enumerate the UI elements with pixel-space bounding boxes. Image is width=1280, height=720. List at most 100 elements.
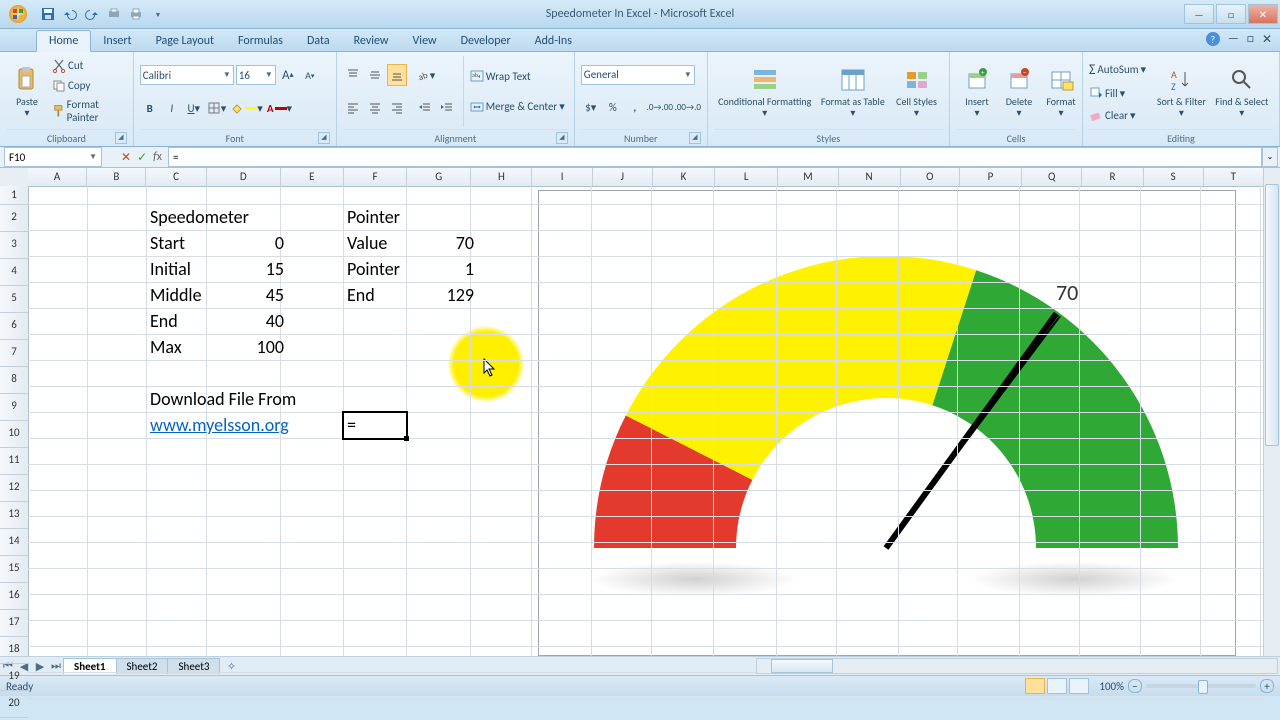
row-header-2[interactable]: 2: [0, 205, 28, 232]
cell-G4[interactable]: 1: [406, 256, 478, 282]
select-all-corner[interactable]: [0, 168, 29, 187]
format-as-table-button[interactable]: Format as Table ▾: [816, 54, 890, 129]
row-header-15[interactable]: 15: [0, 556, 28, 583]
paste-button[interactable]: Paste▾: [6, 54, 48, 129]
cell-C9[interactable]: Download File From: [146, 386, 354, 412]
increase-indent-icon[interactable]: [437, 97, 457, 119]
tab-view[interactable]: View: [401, 31, 449, 51]
align-top-icon[interactable]: [343, 64, 363, 86]
col-header-I[interactable]: I: [532, 168, 592, 186]
row-header-10[interactable]: 10: [0, 421, 28, 448]
tab-insert[interactable]: Insert: [91, 31, 143, 51]
col-header-B[interactable]: B: [87, 168, 146, 186]
number-format-combo[interactable]: General▼: [581, 65, 695, 85]
restore-button[interactable]: □: [1216, 4, 1246, 24]
format-cells-button[interactable]: Format▾: [1040, 54, 1082, 129]
col-header-S[interactable]: S: [1144, 168, 1204, 186]
cell-C3[interactable]: Start: [146, 230, 214, 256]
tab-add-ins[interactable]: Add-Ins: [523, 31, 584, 51]
col-header-E[interactable]: E: [281, 168, 344, 186]
row-headers[interactable]: 123456789101112131415161718192021: [0, 186, 29, 656]
vertical-scrollbar[interactable]: [1263, 168, 1280, 656]
row-header-11[interactable]: 11: [0, 448, 28, 475]
redo-icon[interactable]: [82, 4, 102, 24]
help-icon[interactable]: ?: [1206, 32, 1220, 46]
cell-F4[interactable]: Pointer: [343, 256, 414, 282]
row-header-20[interactable]: 20: [0, 691, 28, 718]
row-header-7[interactable]: 7: [0, 340, 28, 367]
wrap-text-button[interactable]: abWrap Text: [470, 69, 565, 83]
tab-review[interactable]: Review: [342, 31, 401, 51]
cell-C7[interactable]: Max: [146, 334, 214, 360]
font-dialog-icon[interactable]: ◢: [318, 132, 330, 144]
formula-input[interactable]: =: [168, 147, 1262, 167]
tab-developer[interactable]: Developer: [449, 31, 523, 51]
cell-C6[interactable]: End: [146, 308, 214, 334]
row-header-17[interactable]: 17: [0, 610, 28, 637]
expand-formula-icon[interactable]: ⌄: [1262, 147, 1278, 167]
zoom-level[interactable]: 100%: [1099, 680, 1124, 693]
row-header-12[interactable]: 12: [0, 475, 28, 502]
page-layout-view-icon[interactable]: [1047, 678, 1067, 694]
col-header-J[interactable]: J: [593, 168, 653, 186]
cell-F2[interactable]: Pointer: [343, 204, 414, 230]
minimize-button[interactable]: —: [1184, 4, 1214, 24]
cell-G3[interactable]: 70: [406, 230, 478, 256]
clear-button[interactable]: Clear ▾: [1089, 108, 1146, 122]
bold-button[interactable]: B: [140, 97, 160, 119]
tab-nav-next-icon[interactable]: ▶: [32, 660, 48, 673]
cell-F5[interactable]: End: [343, 282, 414, 308]
tab-data[interactable]: Data: [295, 31, 342, 51]
cell-D4[interactable]: 15: [206, 256, 288, 282]
autosum-button[interactable]: Σ AutoSum ▾: [1089, 61, 1146, 78]
col-header-K[interactable]: K: [653, 168, 715, 186]
shrink-font-icon[interactable]: A▾: [300, 64, 320, 86]
col-header-P[interactable]: P: [960, 168, 1022, 186]
clipboard-dialog-icon[interactable]: ◢: [115, 132, 127, 144]
border-button[interactable]: ▾: [206, 97, 228, 119]
font-size-combo[interactable]: 16▼: [236, 65, 276, 85]
delete-cells-button[interactable]: −Delete▾: [998, 54, 1040, 129]
col-header-T[interactable]: T: [1204, 168, 1264, 186]
grid-body[interactable]: 70 SpeedometerPointerStart0Value70Initia…: [28, 186, 1264, 656]
cell-F3[interactable]: Value: [343, 230, 414, 256]
alignment-dialog-icon[interactable]: ◢: [556, 132, 568, 144]
row-header-9[interactable]: 9: [0, 394, 28, 421]
cell-D3[interactable]: 0: [206, 230, 288, 256]
row-header-18[interactable]: 18: [0, 637, 28, 664]
new-sheet-icon[interactable]: ✧: [220, 660, 242, 673]
format-painter-button[interactable]: Format Painter: [52, 98, 127, 124]
col-header-M[interactable]: M: [778, 168, 838, 186]
speedometer-chart[interactable]: 70: [538, 190, 1236, 656]
close-button[interactable]: ✕: [1248, 4, 1278, 24]
col-header-C[interactable]: C: [146, 168, 206, 186]
doc-restore-icon[interactable]: □: [1247, 32, 1254, 47]
tab-page-layout[interactable]: Page Layout: [144, 31, 226, 51]
row-header-16[interactable]: 16: [0, 583, 28, 610]
find-select-button[interactable]: Find & Select ▾: [1211, 54, 1273, 129]
col-header-L[interactable]: L: [715, 168, 778, 186]
col-header-A[interactable]: A: [28, 168, 87, 186]
cell-D5[interactable]: 45: [206, 282, 288, 308]
comma-icon[interactable]: ,: [625, 96, 645, 118]
print-preview-icon[interactable]: [104, 4, 124, 24]
increase-decimal-icon[interactable]: .0→.00: [647, 96, 673, 118]
row-header-13[interactable]: 13: [0, 502, 28, 529]
orientation-icon[interactable]: ab▾: [415, 64, 437, 86]
cell-C4[interactable]: Initial: [146, 256, 214, 282]
enter-formula-icon[interactable]: ✓: [137, 150, 147, 165]
font-color-button[interactable]: A▾: [266, 97, 293, 119]
col-header-O[interactable]: O: [901, 168, 960, 186]
row-header-6[interactable]: 6: [0, 313, 28, 340]
cell-D6[interactable]: 40: [206, 308, 288, 334]
decrease-decimal-icon[interactable]: .00→.0: [675, 96, 701, 118]
doc-close-icon[interactable]: ✕: [1262, 32, 1272, 47]
number-dialog-icon[interactable]: ◢: [689, 132, 701, 144]
copy-button[interactable]: Copy: [52, 79, 127, 93]
cell-C5[interactable]: Middle: [146, 282, 214, 308]
row-header-19[interactable]: 19: [0, 664, 28, 691]
normal-view-icon[interactable]: [1025, 678, 1045, 694]
currency-icon[interactable]: $▾: [581, 96, 601, 118]
col-header-R[interactable]: R: [1082, 168, 1143, 186]
align-right-icon[interactable]: [387, 97, 407, 119]
